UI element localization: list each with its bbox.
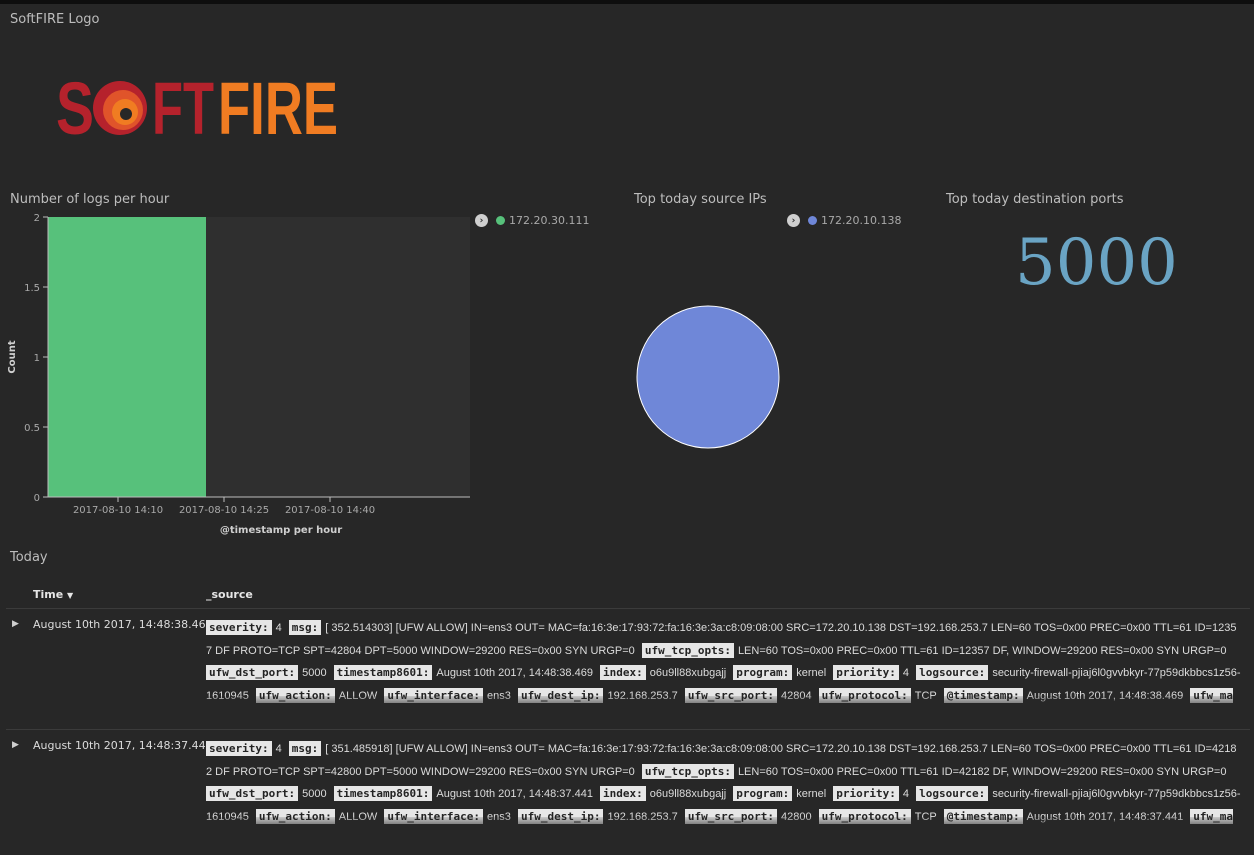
legend-label: 172.20.30.111 bbox=[509, 214, 590, 227]
logs-per-hour-chart[interactable]: 0 0.5 1 1.5 2 2017-08-10 14:10 2017-08-10 14:2… bbox=[0, 205, 480, 545]
field-value: o6u9ll88xubgajj bbox=[649, 667, 727, 679]
field-key: index: bbox=[600, 665, 646, 680]
softfire-logo: S FT FIRE bbox=[56, 67, 356, 150]
field-value: kernel bbox=[796, 667, 827, 679]
field-key: ufw_tcp_opts: bbox=[641, 642, 734, 658]
source-column-header: _source bbox=[206, 588, 253, 601]
field-key: severity: bbox=[206, 741, 272, 756]
time-header-label: Time bbox=[33, 588, 64, 601]
x-tick-label: 2017-08-10 14:25 bbox=[179, 505, 269, 516]
field-value: LEN=60 TOS=0x00 PREC=0x00 TTL=61 ID=1235… bbox=[737, 644, 1227, 657]
field-key: logsource: bbox=[916, 786, 989, 801]
field-key: program: bbox=[733, 786, 793, 801]
row-timestamp: August 10th 2017, 14:48:37.441 bbox=[33, 739, 213, 752]
ips-chart-title: Top today source IPs bbox=[634, 192, 767, 207]
legend-toggle-icon[interactable]: › bbox=[475, 214, 488, 227]
field-key: program: bbox=[733, 665, 793, 680]
svg-text:FIRE: FIRE bbox=[218, 70, 338, 142]
row-divider bbox=[6, 608, 1250, 609]
top-port-metric: 5000 bbox=[1015, 226, 1178, 300]
field-value: LEN=60 TOS=0x00 PREC=0x00 TTL=61 ID=4218… bbox=[737, 765, 1227, 778]
legend-toggle-icon[interactable]: › bbox=[787, 214, 800, 227]
field-value: 5000 bbox=[302, 788, 327, 800]
row-timestamp: August 10th 2017, 14:48:38.469 bbox=[33, 618, 213, 631]
legend-color-dot bbox=[496, 216, 505, 225]
truncation-fade bbox=[206, 696, 1246, 710]
field-key: priority: bbox=[833, 786, 899, 801]
field-key: msg: bbox=[288, 741, 322, 756]
empty-bin bbox=[206, 217, 286, 497]
field-value: 4 bbox=[275, 743, 282, 755]
x-tick-label: 2017-08-10 14:40 bbox=[285, 505, 375, 516]
field-value: o6u9ll88xubgajj bbox=[649, 788, 727, 800]
legend-label: 172.20.10.138 bbox=[821, 214, 902, 227]
top-bar bbox=[0, 0, 1254, 4]
field-value: 4 bbox=[902, 788, 910, 800]
field-value: 4 bbox=[275, 622, 282, 634]
field-value: kernel bbox=[796, 788, 827, 800]
y-tick-label: 1 bbox=[34, 353, 40, 364]
field-value: August 10th 2017, 14:48:38.469 bbox=[436, 667, 593, 679]
pie-slice[interactable] bbox=[636, 305, 780, 449]
field-key: priority: bbox=[833, 665, 899, 680]
field-value: 5000 bbox=[302, 667, 327, 679]
truncation-fade bbox=[206, 817, 1246, 831]
y-tick-label: 2 bbox=[34, 213, 40, 224]
x-axis-label: @timestamp per hour bbox=[220, 525, 342, 536]
field-value: 4 bbox=[902, 667, 910, 679]
field-key: logsource: bbox=[916, 665, 989, 680]
x-tick-label: 2017-08-10 14:10 bbox=[73, 505, 163, 516]
table-panel-title: Today bbox=[10, 550, 48, 565]
y-tick-label: 0.5 bbox=[24, 423, 40, 434]
field-value: August 10th 2017, 14:48:37.441 bbox=[436, 788, 593, 800]
y-axis-label: Count bbox=[7, 340, 18, 373]
row-divider bbox=[6, 729, 1250, 730]
softfire-logo-mark: S FT FIRE bbox=[56, 67, 338, 150]
y-tick-label: 0 bbox=[34, 493, 40, 504]
empty-bin bbox=[286, 217, 392, 497]
y-tick-label: 1.5 bbox=[24, 283, 40, 294]
field-key: index: bbox=[600, 786, 646, 801]
field-key: ufw_dst_port: bbox=[206, 665, 299, 680]
field-key: timestamp8601: bbox=[333, 786, 433, 801]
logo-panel-title: SoftFIRE Logo bbox=[10, 12, 100, 27]
legend-color-dot bbox=[808, 216, 817, 225]
field-key: ufw_tcp_opts: bbox=[641, 763, 734, 779]
expand-row-icon[interactable]: ▶ bbox=[12, 619, 19, 629]
field-key: severity: bbox=[206, 620, 272, 635]
field-key: ufw_dst_port: bbox=[206, 786, 299, 801]
field-key: msg: bbox=[288, 620, 322, 635]
empty-bin bbox=[392, 217, 470, 497]
source-ips-pie-chart[interactable] bbox=[630, 300, 790, 460]
logs-chart-legend[interactable]: › 172.20.30.111 bbox=[475, 214, 589, 227]
time-column-header[interactable]: Time ▼ bbox=[33, 588, 73, 601]
bar[interactable] bbox=[48, 217, 206, 497]
svg-text:S: S bbox=[56, 70, 94, 142]
ips-chart-legend[interactable]: › 172.20.10.138 bbox=[787, 214, 901, 227]
expand-row-icon[interactable]: ▶ bbox=[12, 740, 19, 750]
field-key: timestamp8601: bbox=[333, 665, 433, 680]
ports-panel-title: Top today destination ports bbox=[946, 192, 1124, 207]
svg-text:FT: FT bbox=[152, 70, 214, 142]
sort-desc-icon[interactable]: ▼ bbox=[67, 591, 73, 600]
